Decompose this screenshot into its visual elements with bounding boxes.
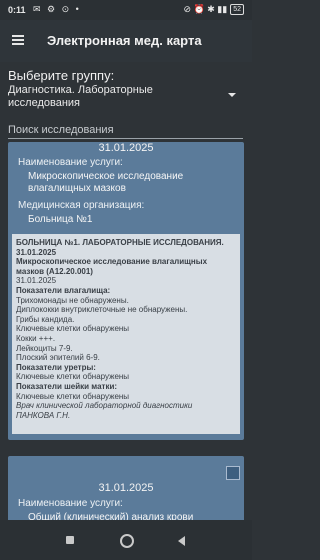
group-label: Выберите группу: bbox=[8, 68, 115, 83]
status-time: 0:11 bbox=[8, 5, 26, 15]
system-status-icons: ⊘ ⏰ ✱ ▮▮ bbox=[183, 4, 228, 14]
report-study-date: 31.01.2025 bbox=[16, 276, 57, 286]
document-icon[interactable] bbox=[226, 466, 240, 480]
search-field[interactable] bbox=[8, 120, 243, 139]
report-line: Ключевые клетки обнаружены bbox=[16, 324, 130, 334]
report-header: БОЛЬНИЦА №1. ЛАБОРАТОРНЫЕ ИССЛЕДОВАНИЯ. bbox=[16, 238, 224, 247]
report-doctor: Врач клинической лабораторной диагностик… bbox=[16, 401, 193, 411]
report-line: Ключевые клетки обнаружены bbox=[16, 372, 130, 382]
lab-report: БОЛЬНИЦА №1. ЛАБОРАТОРНЫЕ ИССЛЕДОВАНИЯ. … bbox=[12, 234, 240, 434]
report-header-date: 31.01.2025 bbox=[16, 247, 57, 257]
org-label: Медицинская организация: bbox=[18, 200, 145, 211]
report-line: Плоский эпителий 6-9. bbox=[16, 353, 100, 363]
status-bar: 0:11 ✉ ⚙ ⊙ • ⊘ ⏰ ✱ ▮▮ 52 bbox=[0, 0, 252, 20]
report-line: Кокки +++. bbox=[16, 333, 56, 343]
org-value: Больница №1 bbox=[28, 214, 93, 225]
card-date: 31.01.2025 bbox=[98, 142, 154, 154]
search-input[interactable] bbox=[8, 122, 243, 138]
report-line: Грибы кандида. bbox=[16, 314, 75, 324]
report-line: Ключевые клетки обнаружены bbox=[16, 391, 130, 401]
report-line: Диплококки внутриклеточные не обнаружены… bbox=[16, 305, 188, 315]
service-value: Микроскопическое исследование влагалищны… bbox=[28, 171, 184, 194]
notification-icons: ✉ ⚙ ⊙ • bbox=[33, 4, 81, 14]
system-nav-bar bbox=[0, 520, 252, 560]
app-bar: Электронная мед. карта bbox=[0, 20, 252, 62]
report-section-cervix: Показатели шейки матки: bbox=[16, 381, 118, 391]
battery-icon: 52 bbox=[230, 4, 244, 15]
back-icon[interactable] bbox=[178, 536, 185, 546]
result-card[interactable]: 31.01.2025 Наименование услуги: Микроско… bbox=[8, 142, 244, 440]
report-doctor-name: ПАНКОВА Г.Н. bbox=[16, 410, 71, 420]
group-select-value: Диагностика. Лабораторные исследования bbox=[8, 84, 153, 109]
card-date: 31.01.2025 bbox=[98, 482, 154, 494]
report-study-line1: Микроскопическое исследование влагалищны… bbox=[16, 257, 208, 267]
app-title: Электронная мед. карта bbox=[47, 33, 202, 48]
service-value: Общий (клинический) анализ крови bbox=[28, 512, 194, 520]
results-list[interactable]: 31.01.2025 Наименование услуги: Микроско… bbox=[0, 142, 252, 520]
system-icons: ⊘ ⏰ ✱ ▮▮ 52 bbox=[183, 4, 244, 15]
service-label: Наименование услуги: bbox=[18, 157, 123, 168]
report-section-urethra: Показатели уретры: bbox=[16, 362, 96, 372]
service-label: Наименование услуги: bbox=[18, 498, 123, 509]
report-section-vagina: Показатели влагалища: bbox=[16, 285, 111, 295]
report-study-line2: мазков (A12.20.001) bbox=[16, 266, 93, 276]
result-card[interactable]: 31.01.2025 Наименование услуги: Общий (к… bbox=[8, 456, 244, 520]
recents-icon[interactable] bbox=[66, 536, 74, 544]
home-icon[interactable] bbox=[120, 534, 134, 548]
dropdown-arrow-icon bbox=[228, 93, 236, 97]
report-line: Лейкоциты 7-9. bbox=[16, 343, 73, 353]
group-select[interactable]: Диагностика. Лабораторные исследования bbox=[8, 84, 238, 114]
report-line: Трихомонады не обнаружены. bbox=[16, 295, 129, 305]
menu-icon[interactable] bbox=[12, 35, 24, 45]
